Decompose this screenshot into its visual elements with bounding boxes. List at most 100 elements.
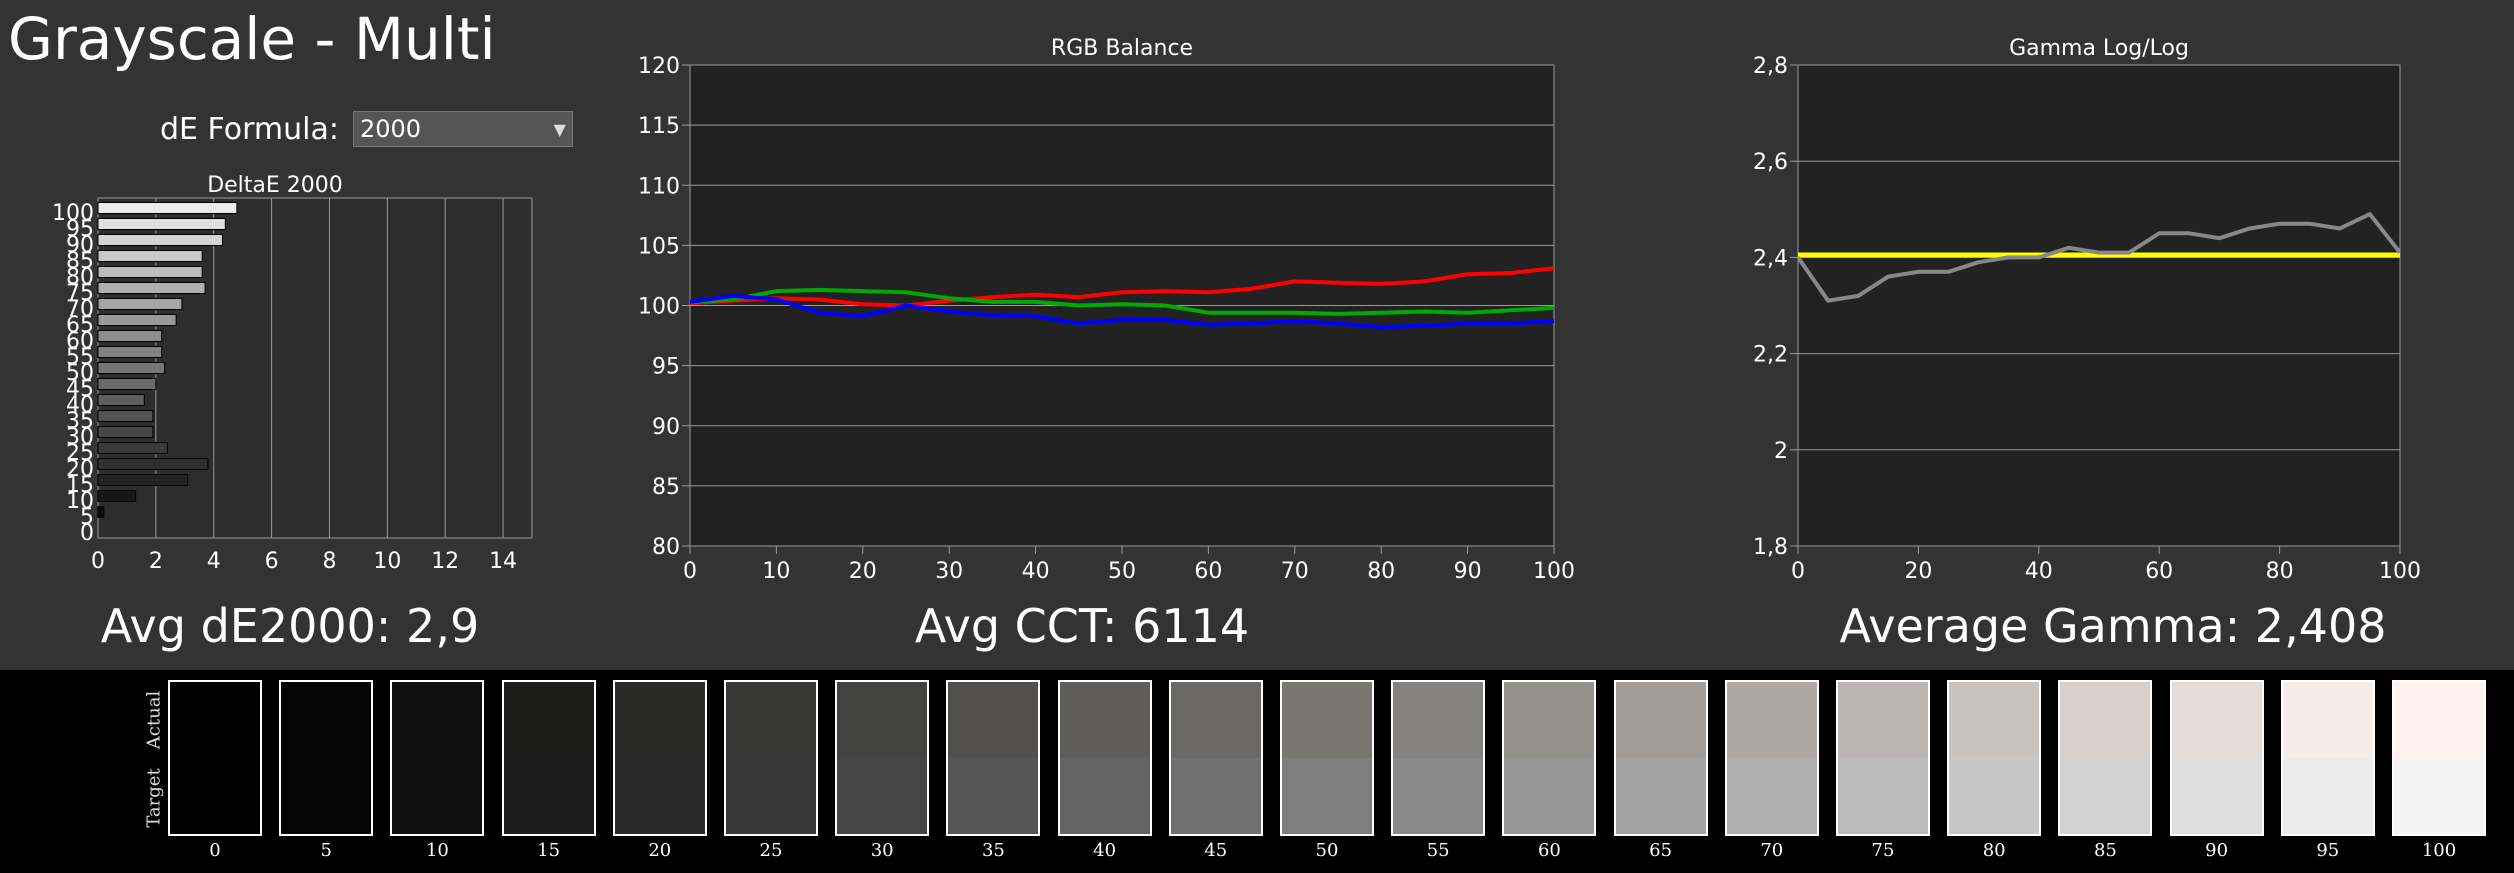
grayscale-swatch <box>390 680 485 836</box>
swatch-actual <box>1504 682 1595 758</box>
y-tick-label: 95 <box>652 355 680 380</box>
swatch-actual <box>2060 682 2151 758</box>
swatch-target <box>1615 758 1706 834</box>
bar <box>97 218 226 230</box>
swatch-target <box>1393 758 1484 834</box>
swatch-label: 45 <box>1204 840 1228 861</box>
y-tick-label: 2,8 <box>1753 54 1788 79</box>
swatch-label: 75 <box>1871 840 1895 861</box>
grayscale-swatch <box>168 680 262 836</box>
grayscale-swatch <box>612 680 707 836</box>
swatch-actual <box>2394 682 2484 758</box>
grayscale-swatch <box>1502 680 1597 836</box>
swatch-actual <box>1615 682 1706 758</box>
swatch-target <box>726 758 816 834</box>
avg-gamma-summary: Average Gamma: 2,408 <box>1839 599 2387 653</box>
x-tick-label: 8 <box>322 549 336 574</box>
grayscale-swatch <box>501 680 596 836</box>
avg-de-summary: Avg dE2000: 2,9 <box>100 599 480 653</box>
swatch-actual <box>2171 682 2262 758</box>
actual-row-label: Actual <box>143 690 165 750</box>
grayscale-swatch <box>2169 680 2264 836</box>
bar <box>97 442 168 454</box>
swatch-actual <box>170 682 260 758</box>
grayscale-swatch <box>835 680 930 836</box>
swatch-target <box>837 758 928 834</box>
x-tick-label: 40 <box>2025 559 2053 584</box>
y-tick-label: 2,2 <box>1753 343 1788 368</box>
swatch-target <box>2171 758 2262 834</box>
x-tick-label: 0 <box>1791 559 1805 584</box>
swatch-label: 90 <box>2205 840 2229 861</box>
swatch-actual <box>1282 682 1372 758</box>
grayscale-swatch <box>279 680 374 836</box>
bar <box>97 506 105 518</box>
y-tick-label: 120 <box>638 54 680 79</box>
swatch-actual <box>1059 682 1150 758</box>
swatch-actual <box>614 682 705 758</box>
grayscale-swatch <box>1391 680 1486 836</box>
x-tick-label: 50 <box>1108 559 1136 584</box>
grayscale-swatch <box>1280 680 1374 836</box>
bar <box>97 458 209 470</box>
swatch-actual <box>1949 682 2040 758</box>
bar <box>97 490 137 502</box>
chart-title: DeltaE 2000 <box>207 173 343 198</box>
y-tick-label: 110 <box>638 174 680 199</box>
bar <box>97 314 177 326</box>
bar <box>97 298 183 310</box>
x-tick-label: 80 <box>1367 559 1395 584</box>
x-tick-label: 0 <box>91 549 105 574</box>
x-tick-label: 0 <box>683 559 697 584</box>
x-tick-label: 6 <box>265 549 279 574</box>
y-tick-label: 80 <box>652 535 680 560</box>
grayscale-swatch <box>946 680 1041 836</box>
swatch-actual <box>1393 682 1484 758</box>
swatch-target <box>1838 758 1928 834</box>
bar <box>97 282 206 294</box>
y-tick-label: 100 <box>52 201 94 226</box>
swatch-target <box>281 758 372 834</box>
deltae-chart: 0 2 4 6 8 10 12 14DeltaE 2000051015202530354045… <box>52 173 533 574</box>
swatch-actual <box>392 682 483 758</box>
swatch-label: 15 <box>537 840 561 861</box>
swatch-actual <box>2282 682 2373 758</box>
y-tick-label: 2,4 <box>1753 246 1788 271</box>
swatch-target <box>1949 758 2040 834</box>
y-tick-label: 115 <box>638 114 680 139</box>
grayscale-swatch <box>2058 680 2153 836</box>
swatch-label: 55 <box>1426 840 1450 861</box>
bar <box>97 426 154 438</box>
y-tick-label: 100 <box>638 295 680 320</box>
swatch-target <box>948 758 1039 834</box>
swatch-actual <box>1838 682 1928 758</box>
swatch-target <box>503 758 594 834</box>
swatch-actual <box>281 682 372 758</box>
bar <box>97 378 157 390</box>
swatch-actual <box>726 682 816 758</box>
swatch-label: 40 <box>1093 840 1117 861</box>
grayscale-swatch <box>1057 680 1152 836</box>
target-row-label: Target <box>143 768 165 828</box>
swatch-label: 80 <box>1982 840 2006 861</box>
swatch-actual <box>1726 682 1817 758</box>
y-tick-label: 90 <box>652 415 680 440</box>
grayscale-swatch <box>1947 680 2042 836</box>
grayscale-swatch <box>1168 680 1263 836</box>
grayscale-swatch-strip: Actual Target 0 5 10 15 20 25 30 35 40 45 50 55 60 65… <box>0 670 2514 873</box>
y-tick-label: 1,8 <box>1753 535 1788 560</box>
x-tick-label: 40 <box>1022 559 1050 584</box>
bar <box>97 330 163 342</box>
chart-title: RGB Balance <box>1051 36 1193 61</box>
y-tick-label: 105 <box>638 234 680 259</box>
swatch-label: 85 <box>2093 840 2117 861</box>
swatch-target <box>1170 758 1261 834</box>
swatch-label: 100 <box>2421 840 2457 861</box>
x-tick-label: 60 <box>1194 559 1222 584</box>
avg-cct-summary: Avg CCT: 6114 <box>914 599 1250 653</box>
swatch-target <box>2282 758 2373 834</box>
swatch-label: 50 <box>1315 840 1339 861</box>
swatch-target <box>1504 758 1595 834</box>
chart-title: Gamma Log/Log <box>2009 36 2189 61</box>
swatch-target <box>1059 758 1150 834</box>
